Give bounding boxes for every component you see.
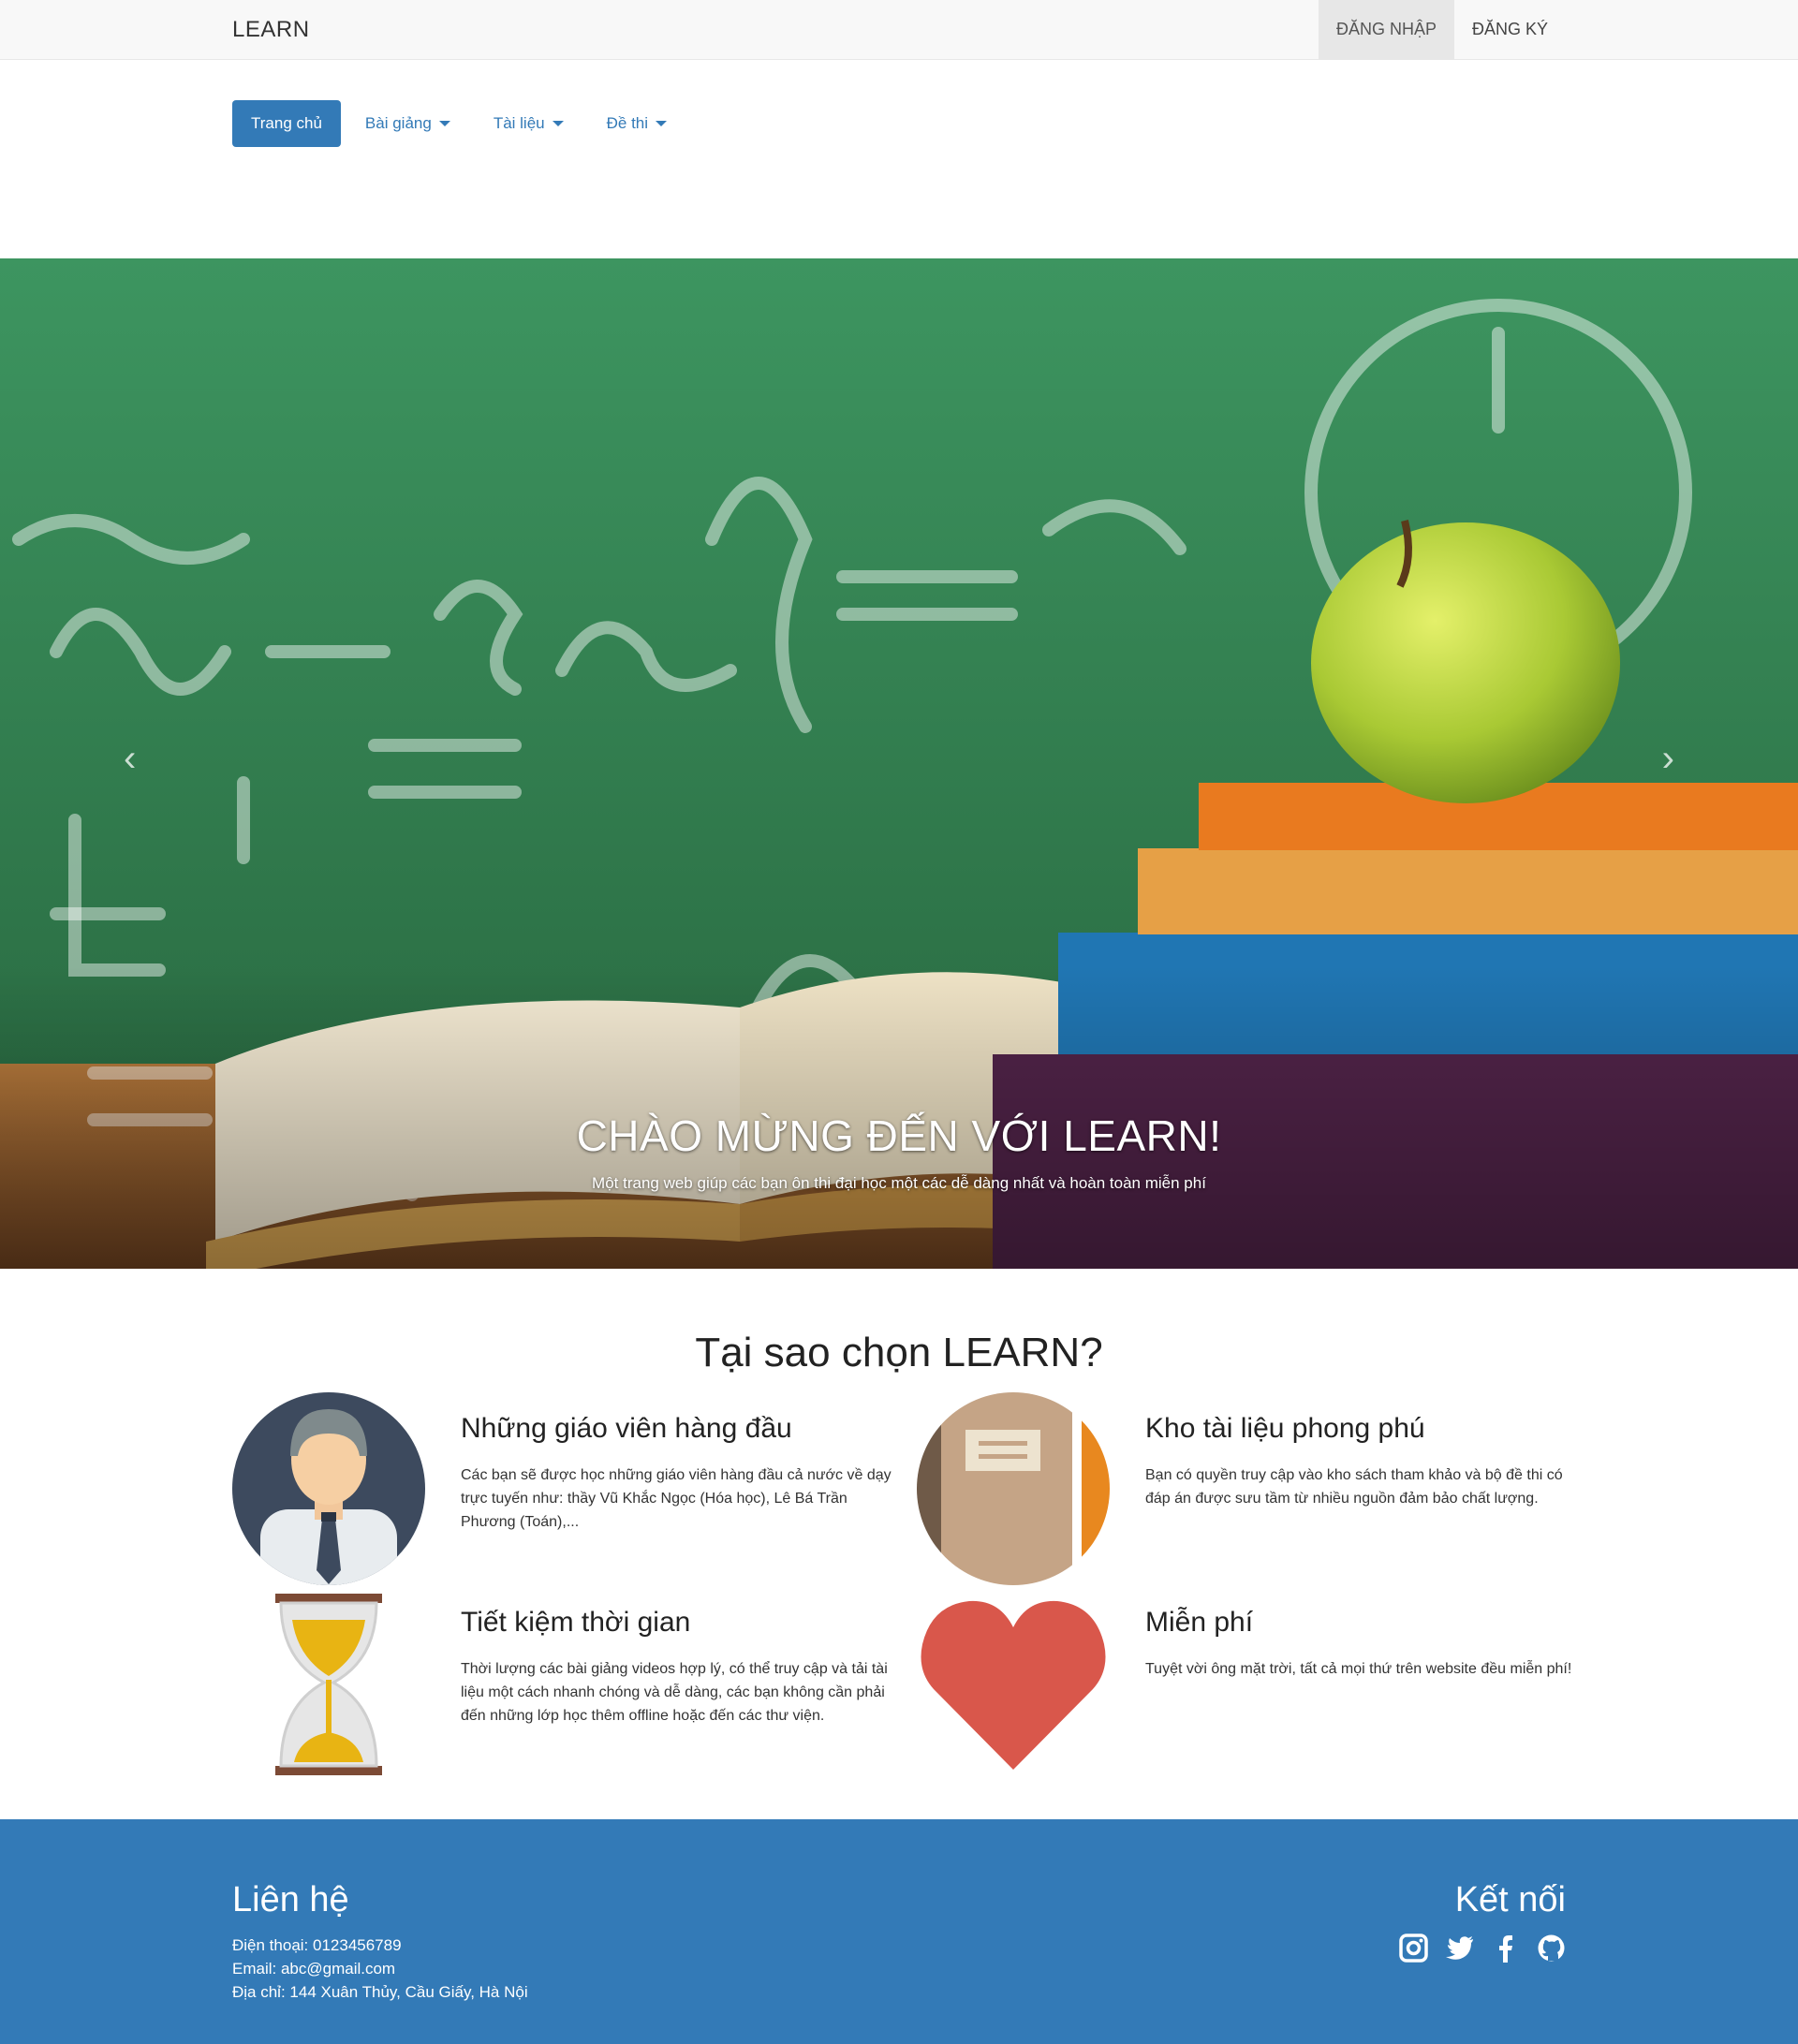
feature-teachers: Những giáo viên hàng đầu Các bạn sẽ được… (232, 1392, 892, 1589)
menu-lectures-label: Bài giảng (364, 114, 432, 132)
contact-email[interactable]: Email: abc@gmail.com (232, 1957, 528, 1980)
menu-exams-label: Đề thi (606, 114, 649, 132)
contact-title: Liên hệ (232, 1880, 349, 1919)
feature-documents-text: Bạn có quyền truy cập vào kho sách tham … (1145, 1467, 1563, 1507)
brand-logo[interactable]: LEARN (232, 17, 310, 43)
contact-address: Địa chỉ: 144 Xuân Thủy, Cầu Giấy, Hà Nội (232, 1983, 528, 2001)
facebook-icon[interactable] (1491, 1934, 1520, 1963)
main-menu: Trang chủ Bài giảng Tài liệu Đề thi (232, 100, 685, 147)
carousel-prev-icon[interactable]: ‹ (124, 738, 136, 780)
hero-title: CHÀO MỪNG ĐẾN VỚI LEARN! (576, 1111, 1222, 1160)
menu-documents-dropdown[interactable]: Tài liệu (475, 100, 582, 147)
contact-info: Điện thoại: 0123456789 Email: abc@gmail.… (232, 1934, 528, 2004)
heart-icon (917, 1586, 1110, 1779)
why-section-title: Tại sao chọn LEARN? (695, 1330, 1103, 1375)
hero-subtitle: Một trang web giúp các bạn ôn thi đại họ… (592, 1174, 1206, 1192)
book-icon (917, 1392, 1110, 1585)
teacher-icon (232, 1392, 425, 1585)
contact-phone: Điện thoại: 0123456789 (232, 1936, 402, 1954)
feature-save-time-text: Thời lượng các bài giảng videos hợp lý, … (461, 1661, 888, 1724)
feature-teachers-text: Các bạn sẽ được học những giáo viên hàng… (461, 1467, 892, 1530)
top-navbar: LEARN ĐĂNG NHẬP ĐĂNG KÝ (0, 0, 1798, 60)
footer: Liên hệ Điện thoại: 0123456789 Email: ab… (0, 1819, 1798, 2044)
instagram-icon[interactable] (1399, 1934, 1428, 1963)
feature-save-time: Tiết kiệm thời gian Thời lượng các bài g… (232, 1586, 888, 1783)
caret-down-icon (552, 121, 564, 126)
feature-documents: Kho tài liệu phong phú Bạn có quyền truy… (917, 1392, 1572, 1589)
hero-carousel: ‹ › CHÀO MỪNG ĐẾN VỚI LEARN! Một trang w… (0, 258, 1798, 1269)
feature-free-text: Tuyệt vời ông mặt trời, tất cả mọi thứ t… (1145, 1661, 1572, 1677)
feature-teachers-title: Những giáo viên hàng đầu (461, 1413, 792, 1444)
caret-down-icon (438, 121, 450, 126)
menu-exams-dropdown[interactable]: Đề thi (588, 100, 685, 147)
feature-save-time-title: Tiết kiệm thời gian (461, 1607, 691, 1638)
feature-documents-title: Kho tài liệu phong phú (1145, 1413, 1425, 1444)
caret-down-icon (656, 121, 668, 126)
connect-title: Kết nối (1454, 1880, 1566, 1919)
twitter-icon[interactable] (1445, 1934, 1474, 1963)
menu-lectures-dropdown[interactable]: Bài giảng (346, 100, 469, 147)
hero-caption: CHÀO MỪNG ĐẾN VỚI LEARN! Một trang web g… (0, 1110, 1798, 1193)
hourglass-icon (232, 1586, 425, 1779)
carousel-next-icon[interactable]: › (1662, 738, 1674, 780)
feature-free: Miễn phí Tuyệt vời ông mặt trời, tất cả … (917, 1586, 1572, 1783)
github-icon[interactable] (1537, 1934, 1566, 1963)
menu-home[interactable]: Trang chủ (232, 100, 341, 147)
menu-home-label: Trang chủ (251, 114, 322, 132)
social-links (1399, 1934, 1566, 1963)
feature-free-title: Miễn phí (1145, 1607, 1254, 1638)
login-link[interactable]: ĐĂNG NHẬP (1318, 0, 1454, 59)
auth-links: ĐĂNG NHẬP ĐĂNG KÝ (1318, 0, 1566, 59)
register-link[interactable]: ĐĂNG KÝ (1454, 0, 1566, 59)
menu-documents-label: Tài liệu (493, 114, 545, 132)
